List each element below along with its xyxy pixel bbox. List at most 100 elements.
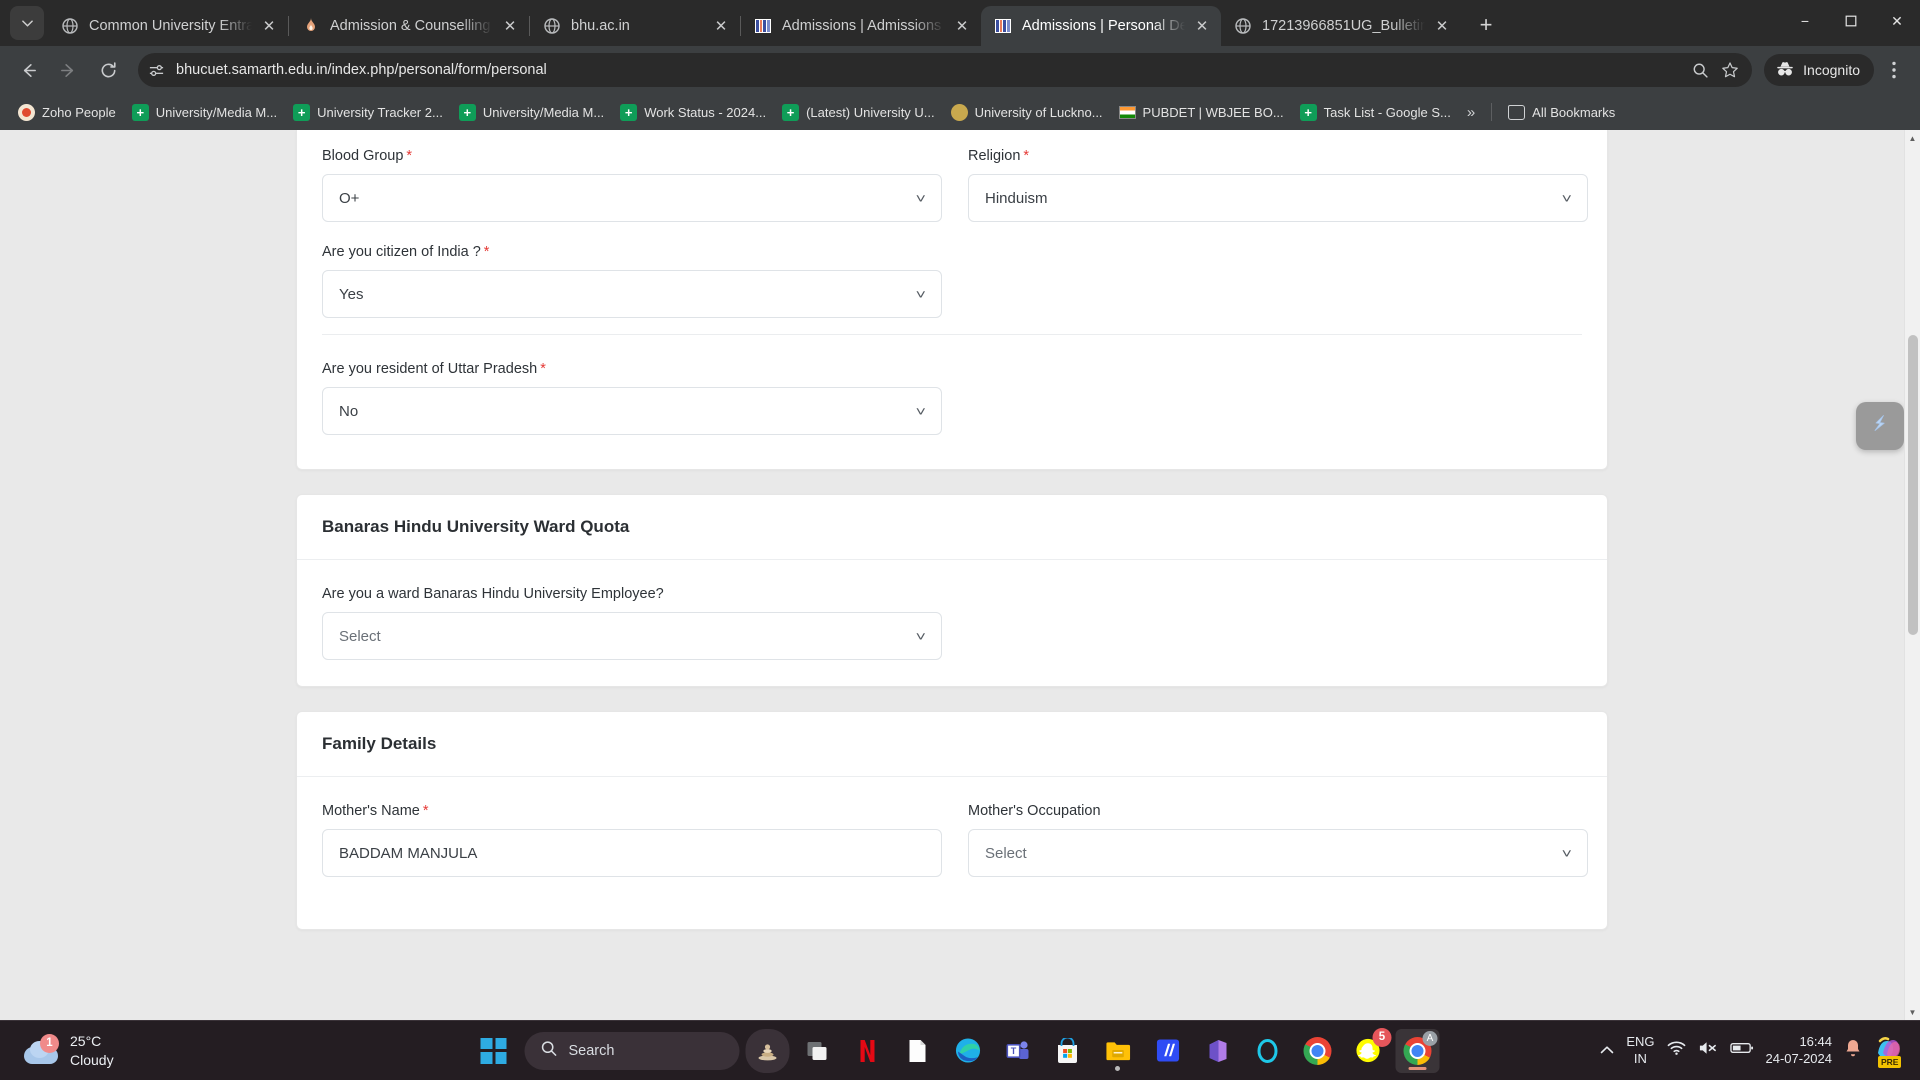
file-explorer-icon[interactable] — [1096, 1029, 1140, 1073]
netflix-icon[interactable] — [846, 1029, 890, 1073]
browser-tab-4-active[interactable]: Admissions | Personal Deta ✕ — [981, 6, 1221, 46]
maximize-button[interactable] — [1828, 0, 1874, 42]
reload-icon[interactable] — [90, 52, 126, 88]
search-icon[interactable] — [1686, 56, 1714, 84]
bookmarks-overflow-icon[interactable]: » — [1459, 100, 1483, 125]
window-controls: − ✕ — [1782, 0, 1920, 46]
vertical-scrollbar[interactable]: ▲ ▼ — [1904, 130, 1920, 1020]
mother-occupation-select[interactable]: Select ˅ — [968, 829, 1588, 877]
browser-tab-1[interactable]: Admission & Counselling - ✕ — [289, 6, 529, 46]
browser-tab-3[interactable]: Admissions | Admissions ✕ — [741, 6, 981, 46]
bookmark-item-2[interactable]: + University Tracker 2... — [285, 100, 451, 125]
minimize-button[interactable]: − — [1782, 0, 1828, 42]
religion-select[interactable]: Hinduism ˅ — [968, 174, 1588, 222]
chrome-icon[interactable] — [1296, 1029, 1340, 1073]
windows-start-icon[interactable] — [480, 1037, 507, 1064]
floating-assistant-widget[interactable] — [1856, 402, 1904, 450]
scroll-down-arrow[interactable]: ▼ — [1905, 1004, 1920, 1020]
microsoft-store-icon[interactable] — [1046, 1029, 1090, 1073]
form-col-left-2: Are you resident of Uttar Pradesh * No ˅ — [322, 361, 942, 439]
bookmark-item-3[interactable]: + University/Media M... — [451, 100, 612, 125]
snapchat-icon[interactable]: 5 — [1346, 1027, 1392, 1073]
autodesk-icon[interactable] — [1146, 1029, 1190, 1073]
bookmark-item-5[interactable]: + (Latest) University U... — [774, 100, 943, 125]
teams-icon[interactable]: T — [996, 1029, 1040, 1073]
tab-close-icon[interactable]: ✕ — [258, 15, 280, 37]
volume-muted-icon[interactable] — [1698, 1040, 1718, 1061]
tab-close-icon[interactable]: ✕ — [710, 15, 732, 37]
required-marker: * — [540, 361, 546, 377]
battery-icon[interactable] — [1729, 1041, 1754, 1060]
chrome-incognito-icon[interactable]: A — [1395, 1028, 1440, 1073]
taskbar-search[interactable]: Search — [524, 1031, 740, 1070]
required-marker: * — [1023, 148, 1030, 164]
wifi-icon[interactable] — [1667, 1040, 1686, 1061]
task-view-icon[interactable] — [796, 1029, 840, 1073]
browser-tab-0[interactable]: Common University Entran ✕ — [48, 6, 288, 46]
bookmark-item-4[interactable]: + Work Status - 2024... — [612, 100, 774, 125]
copilot-icon[interactable]: PRE — [1874, 1035, 1904, 1068]
tab-close-icon[interactable]: ✕ — [1431, 15, 1453, 37]
bookmark-item-7[interactable]: PUBDET | WBJEE BO... — [1111, 100, 1292, 125]
language-indicator[interactable]: ENG IN — [1626, 1034, 1654, 1067]
tab-title: Admissions | Admissions — [782, 18, 942, 34]
omnibox-actions — [1686, 56, 1744, 84]
url-text[interactable]: bhucuet.samarth.edu.in/index.php/persona… — [170, 62, 1686, 78]
lightning-bolt-icon — [1868, 412, 1892, 441]
incognito-indicator[interactable]: Incognito — [1764, 54, 1874, 86]
citizen-of-india-select[interactable]: Yes ˅ — [322, 270, 942, 318]
address-bar[interactable]: bhucuet.samarth.edu.in/index.php/persona… — [138, 53, 1753, 87]
browser-tab-5[interactable]: 17213966851UG_Bulletin- ✕ — [1221, 6, 1461, 46]
tab-title: bhu.ac.in — [571, 18, 630, 34]
incognito-icon — [1775, 61, 1795, 80]
scrollbar-thumb[interactable] — [1908, 335, 1918, 635]
incognito-avatar-badge: A — [1422, 1030, 1438, 1046]
tab-search-button[interactable] — [10, 6, 44, 40]
cortana-icon[interactable] — [1246, 1029, 1290, 1073]
india-flag-icon — [1118, 104, 1136, 121]
tab-close-icon[interactable]: ✕ — [499, 15, 521, 37]
weather-widget[interactable]: 1 25°C Cloudy — [0, 1032, 114, 1070]
bookmark-item-6[interactable]: University of Luckno... — [943, 100, 1111, 125]
clock-date: 24-07-2024 — [1765, 1050, 1833, 1066]
field-mother-occupation: Mother's Occupation Select ˅ — [968, 803, 1588, 877]
browser-menu-icon[interactable] — [1878, 54, 1910, 86]
chevron-up-icon[interactable] — [1600, 1042, 1614, 1060]
form-row-ward: Are you a ward Banaras Hindu University … — [322, 586, 1582, 660]
microsoft-365-icon[interactable] — [1196, 1029, 1240, 1073]
forward-icon[interactable] — [50, 52, 86, 88]
blood-group-select[interactable]: O+ ˅ — [322, 174, 942, 222]
resident-up-label: Are you resident of Uttar Pradesh * — [322, 361, 942, 377]
scroll-up-arrow[interactable]: ▲ — [1905, 130, 1920, 146]
clock-widget[interactable]: 16:44 24-07-2024 — [1766, 1034, 1833, 1068]
notepad-icon[interactable] — [896, 1029, 940, 1073]
site-settings-icon[interactable] — [142, 56, 170, 84]
close-window-button[interactable]: ✕ — [1874, 0, 1920, 42]
ward-employee-value: Select — [339, 627, 381, 645]
globe-icon — [61, 17, 79, 35]
browser-tab-2[interactable]: bhu.ac.in ✕ — [530, 6, 740, 46]
resident-up-select[interactable]: No ˅ — [322, 387, 942, 435]
tab-close-icon[interactable]: ✕ — [1191, 15, 1213, 37]
bookmark-item-0[interactable]: Zoho People — [10, 100, 124, 125]
tab-title: 17213966851UG_Bulletin- — [1262, 18, 1425, 34]
back-icon[interactable] — [10, 52, 46, 88]
tab-title: Common University Entran — [89, 18, 252, 34]
mother-name-input[interactable]: BADDAM MANJULA — [322, 829, 942, 877]
zoho-icon — [18, 103, 35, 121]
bookmark-item-1[interactable]: + University/Media M... — [124, 100, 285, 125]
all-bookmarks-button[interactable]: All Bookmarks — [1500, 100, 1623, 125]
bell-icon[interactable] — [1844, 1038, 1862, 1063]
widgets-stack-icon[interactable] — [745, 1028, 790, 1073]
field-citizen-of-india: Are you citizen of India ? * Yes ˅ — [322, 244, 942, 318]
browser-toolbar: bhucuet.samarth.edu.in/index.php/persona… — [0, 46, 1920, 94]
star-icon[interactable] — [1716, 56, 1744, 84]
tab-close-icon[interactable]: ✕ — [951, 15, 973, 37]
page-viewport: Blood Group * O+ ˅ Are you citizen of In… — [0, 130, 1920, 1020]
sheets-icon: + — [293, 103, 311, 121]
new-tab-button[interactable]: + — [1469, 8, 1503, 42]
bookmark-item-8[interactable]: + Task List - Google S... — [1292, 100, 1459, 125]
form-row-mother: Mother's Name * BADDAM MANJULA Mother's O… — [322, 803, 1588, 899]
ward-employee-select[interactable]: Select ˅ — [322, 612, 942, 660]
edge-icon[interactable] — [946, 1029, 990, 1073]
